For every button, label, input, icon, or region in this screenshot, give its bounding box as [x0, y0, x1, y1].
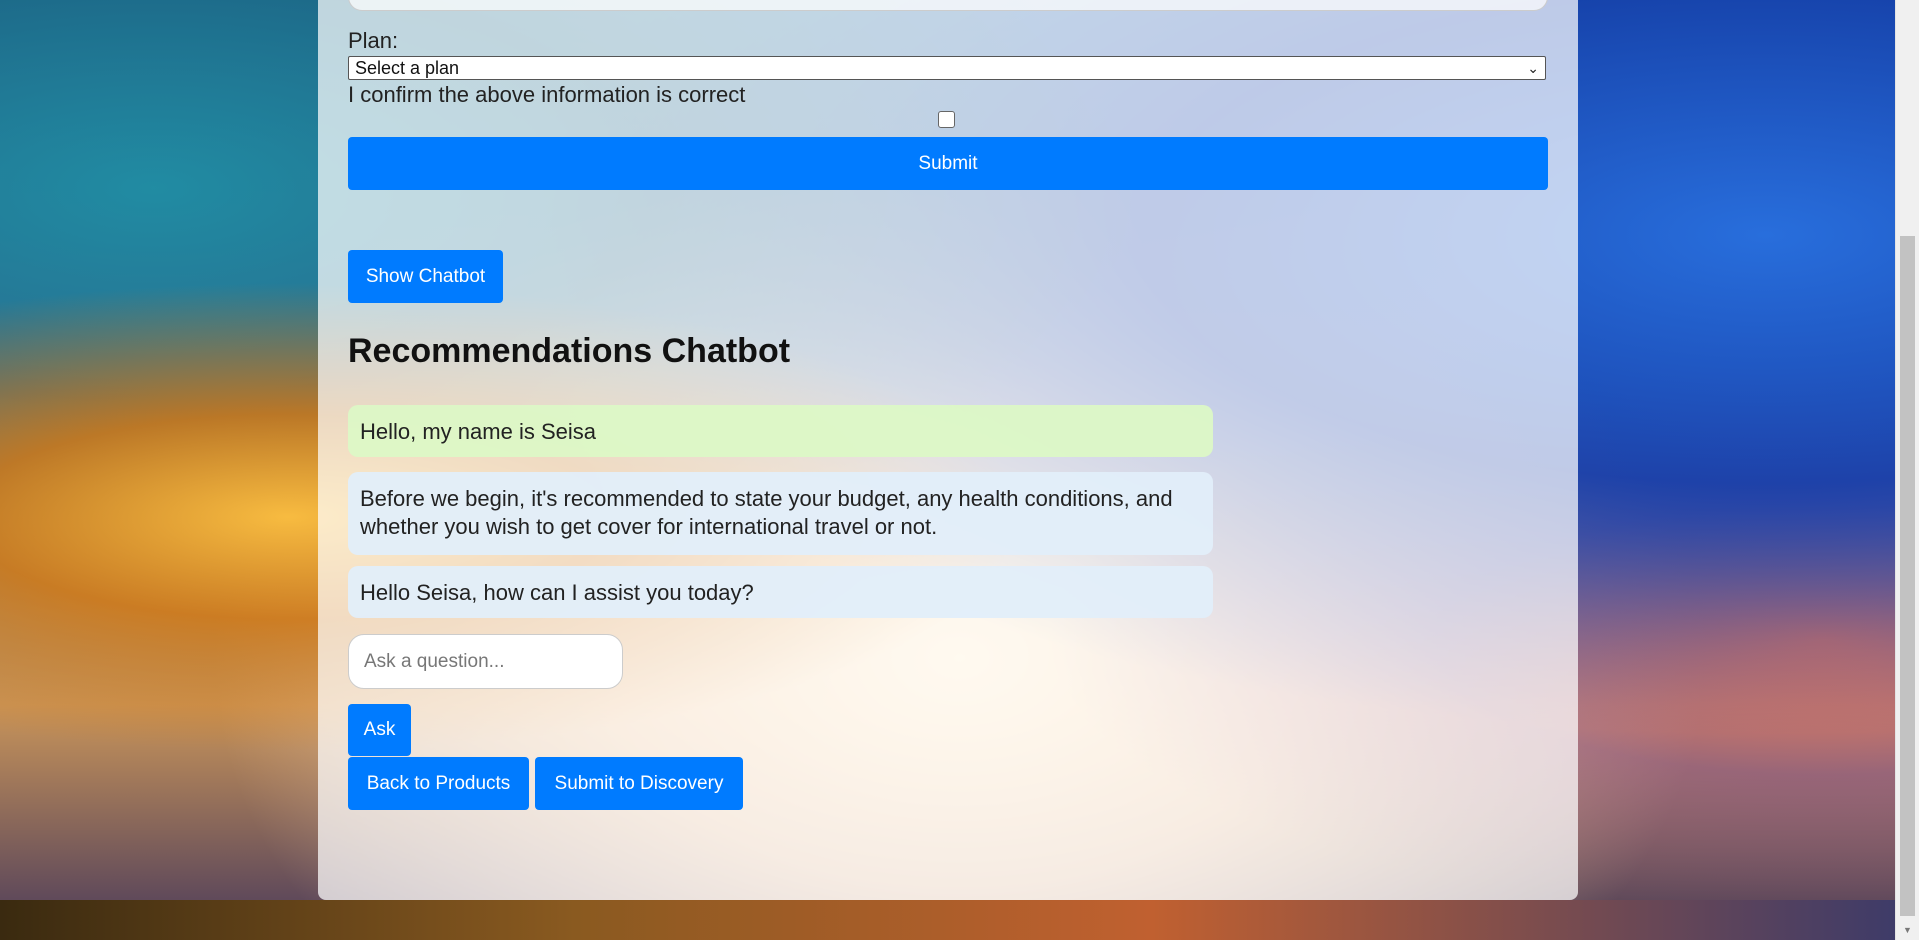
chatbot-title: Recommendations Chatbot [348, 332, 791, 370]
back-to-products-button[interactable]: Back to Products [348, 757, 529, 810]
vertical-scrollbar[interactable]: ▼ [1895, 0, 1919, 940]
submit-to-discovery-button[interactable]: Submit to Discovery [535, 757, 743, 810]
confirm-checkbox[interactable] [938, 111, 955, 128]
page-viewport: Plan: Select a plan ⌄ I confirm the abov… [0, 0, 1919, 940]
ask-button[interactable]: Ask [348, 704, 411, 756]
scrollbar-thumb[interactable] [1900, 236, 1915, 916]
form-panel: Plan: Select a plan ⌄ I confirm the abov… [318, 0, 1578, 900]
previous-field-input[interactable] [348, 0, 1548, 11]
scroll-down-arrow-icon[interactable]: ▼ [1896, 920, 1919, 940]
chevron-down-icon: ⌄ [1527, 59, 1539, 76]
show-chatbot-button[interactable]: Show Chatbot [348, 250, 503, 303]
plan-select-value: Select a plan [355, 57, 460, 78]
ask-question-input[interactable]: Ask a question... [348, 634, 623, 689]
background-image-strip [0, 900, 1919, 940]
chat-message-bot: Hello Seisa, how can I assist you today? [348, 566, 1213, 618]
plan-select[interactable]: Select a plan ⌄ [348, 56, 1546, 80]
chat-message-bot: Before we begin, it's recommended to sta… [348, 472, 1213, 555]
plan-label: Plan: [348, 28, 399, 53]
chat-message-user: Hello, my name is Seisa [348, 405, 1213, 457]
confirm-label: I confirm the above information is corre… [348, 82, 746, 107]
submit-button[interactable]: Submit [348, 137, 1548, 190]
